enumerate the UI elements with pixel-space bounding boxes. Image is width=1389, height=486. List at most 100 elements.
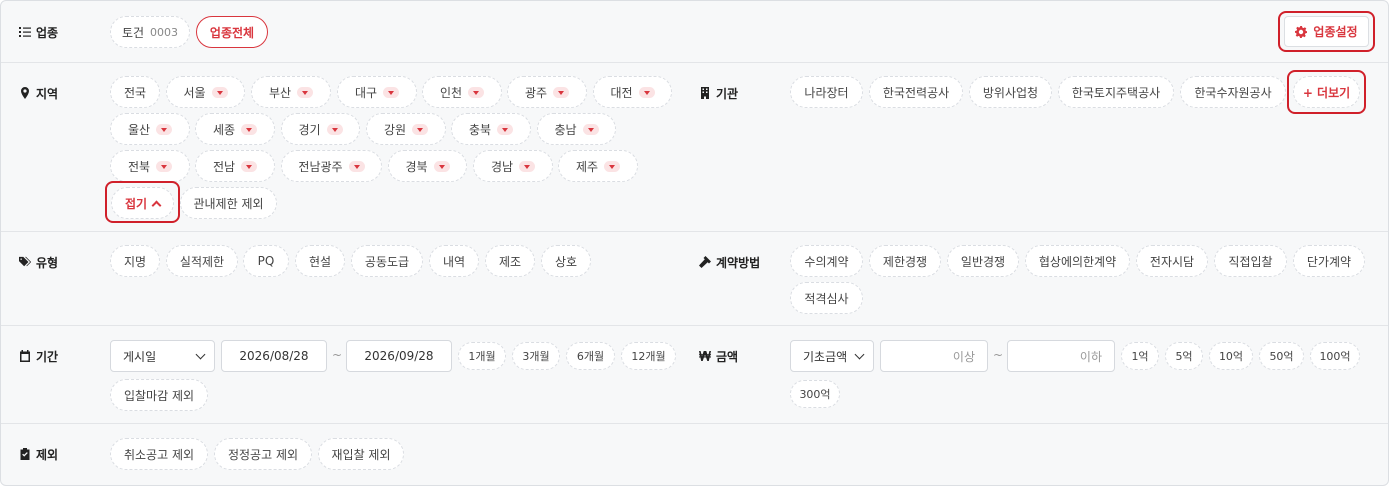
exclude-chip-label: 취소공고 제외 <box>123 447 195 462</box>
period-chip-12m[interactable]: 12개월 <box>621 342 676 370</box>
amount-chip-1b[interactable]: 1억 <box>1121 342 1159 370</box>
agency-chip-naraj[interactable]: 나라장터 <box>790 76 863 108</box>
type-chip-manufacture[interactable]: 제조 <box>485 245 535 277</box>
amount-chip-5b[interactable]: 5억 <box>1165 342 1203 370</box>
region-chip-chungnam[interactable]: 충남 <box>537 113 616 145</box>
agency-chip-kepco[interactable]: 한국전력공사 <box>869 76 963 108</box>
region-chip-daegu[interactable]: 대구 <box>337 76 417 108</box>
region-chip-daejeon[interactable]: 대전 <box>593 76 672 108</box>
region-chip-jeonnam-gwangju[interactable]: 전남광주 <box>281 150 382 182</box>
period-exclude-deadline-chip[interactable]: 입찰마감 제외 <box>110 379 208 411</box>
calendar-icon <box>20 350 30 362</box>
industry-chip-toguen[interactable]: 토건 0003 <box>110 16 190 48</box>
chevron-down-icon <box>468 86 485 98</box>
contract-chip-unitprice[interactable]: 단가계약 <box>1293 245 1365 277</box>
type-chip-label: 상호 <box>554 254 578 269</box>
exclude-chip-cancelled[interactable]: 취소공고 제외 <box>110 438 208 470</box>
chevron-down-icon <box>297 86 314 98</box>
agency-chip-dapa[interactable]: 방위사업청 <box>969 76 1052 108</box>
type-chip-detail[interactable]: 내역 <box>429 245 479 277</box>
region-chip-label: 울산 <box>127 122 151 137</box>
type-chip-label: PQ <box>257 254 275 268</box>
amount-chip-50b[interactable]: 50억 <box>1259 342 1304 370</box>
region-chip-ulsan[interactable]: 울산 <box>110 113 190 145</box>
amount-chip-10b[interactable]: 10억 <box>1209 342 1253 370</box>
type-chip-performance[interactable]: 실적제한 <box>166 245 238 277</box>
amount-max-input[interactable]: 이하 <box>1007 340 1115 372</box>
period-chip-6m[interactable]: 6개월 <box>566 342 615 370</box>
agency-chip-label: 방위사업청 <box>982 85 1039 100</box>
type-label-text: 유형 <box>36 255 59 270</box>
period-exclude-deadline-text: 입찰마감 제외 <box>123 388 195 403</box>
chevron-down-icon <box>433 160 450 172</box>
chevron-down-icon <box>156 160 173 172</box>
region-chip-jeonbuk[interactable]: 전북 <box>110 150 190 182</box>
contract-chip-private[interactable]: 수의계약 <box>790 245 863 277</box>
contract-chip-direct[interactable]: 직접입찰 <box>1214 245 1287 277</box>
period-end-value: 2026/09/28 <box>364 349 434 363</box>
region-chip-label: 대전 <box>610 85 633 100</box>
region-chip-gyeongnam[interactable]: 경남 <box>473 150 553 182</box>
clipboard-check-icon <box>20 448 30 460</box>
amount-type-value: 기초금액 <box>803 349 848 364</box>
region-fold-button[interactable]: 접기 <box>111 187 174 219</box>
type-chip-site[interactable]: 현설 <box>295 245 345 277</box>
region-chip-gyeonggi[interactable]: 경기 <box>281 113 360 145</box>
contract-chip-negotiation[interactable]: 협상에의한계약 <box>1025 245 1130 277</box>
region-fold-text: 접기 <box>124 196 148 211</box>
contract-chip-qualification[interactable]: 적격심사 <box>790 282 863 314</box>
amount-chip-300b[interactable]: 300억 <box>790 380 840 408</box>
region-chip-label: 충북 <box>468 122 492 137</box>
chevron-down-icon <box>348 160 365 172</box>
contract-chip-limited[interactable]: 제한경쟁 <box>869 245 941 277</box>
exclude-chip-corrected[interactable]: 정정공고 제외 <box>214 438 312 470</box>
contract-chip-electronic[interactable]: 전자시담 <box>1136 245 1208 277</box>
type-chip-label: 실적제한 <box>179 254 225 269</box>
type-chip-label: 내역 <box>442 254 466 269</box>
map-pin-icon <box>21 87 29 99</box>
industry-settings-button[interactable]: 업종설정 <box>1284 16 1369 47</box>
region-chip-jeonnam[interactable]: 전남 <box>195 150 275 182</box>
period-type-select[interactable]: 게시일 <box>110 340 215 372</box>
exclude-row: 제외 취소공고 제외 정정공고 제외 재입찰 제외 <box>1 424 1388 485</box>
type-chip-pq[interactable]: PQ <box>243 245 289 277</box>
agency-chip-kwater[interactable]: 한국수자원공사 <box>1180 76 1286 108</box>
region-chip-seoul[interactable]: 서울 <box>166 76 245 108</box>
amount-type-select[interactable]: 기초금액 <box>790 340 874 372</box>
region-chip-gwangju[interactable]: 광주 <box>507 76 587 108</box>
amount-min-input[interactable]: 이상 <box>880 340 988 372</box>
region-chip-sejong[interactable]: 세종 <box>195 113 275 145</box>
region-chip-gyeongbuk[interactable]: 경북 <box>388 150 467 182</box>
contract-chip-label: 일반경쟁 <box>960 254 1006 269</box>
region-chip-chungbuk[interactable]: 충북 <box>451 113 531 145</box>
building-icon <box>701 87 709 99</box>
period-chip-3m[interactable]: 3개월 <box>512 342 560 370</box>
amount-chip-label: 10억 <box>1218 350 1244 363</box>
contract-chip-label: 단가계약 <box>1306 254 1352 269</box>
region-chip-gangwon[interactable]: 강원 <box>366 113 446 145</box>
type-chip-mutual[interactable]: 상호 <box>541 245 591 277</box>
contract-chip-label: 적격심사 <box>804 291 849 306</box>
region-chip-jeju[interactable]: 제주 <box>558 150 638 182</box>
region-exclude-local-chip[interactable]: 관내제한 제외 <box>180 187 277 219</box>
type-chip-joint[interactable]: 공동도급 <box>351 245 423 277</box>
contract-chip-label: 전자시담 <box>1149 254 1195 269</box>
region-agency-row: 지역 전국 서울 부산 대구 인천 광주 대전 울산 세종 경기 강원 충북 충… <box>1 63 1388 232</box>
region-chip-incheon[interactable]: 인천 <box>422 76 502 108</box>
agency-chip-lh[interactable]: 한국토지주택공사 <box>1058 76 1174 108</box>
type-chip-designated[interactable]: 지명 <box>110 245 160 277</box>
chevron-down-icon <box>582 123 599 135</box>
industry-all-chip[interactable]: 업종전체 <box>196 16 268 48</box>
period-start-input[interactable]: 2026/08/28 <box>221 340 327 372</box>
industry-chip-text: 토건 <box>121 25 145 40</box>
contract-chip-general[interactable]: 일반경쟁 <box>947 245 1019 277</box>
region-chip-busan[interactable]: 부산 <box>251 76 331 108</box>
amount-chip-100b[interactable]: 100억 <box>1310 342 1360 370</box>
period-end-input[interactable]: 2026/09/28 <box>346 340 452 372</box>
industry-label-text: 업종 <box>36 25 59 40</box>
period-chip-1m[interactable]: 1개월 <box>458 342 506 370</box>
agency-more-button[interactable]: + 더보기 <box>1293 76 1360 108</box>
region-chip-national[interactable]: 전국 <box>110 76 160 108</box>
period-label: 기간 <box>19 347 58 365</box>
exclude-chip-rebid[interactable]: 재입찰 제외 <box>318 438 404 470</box>
